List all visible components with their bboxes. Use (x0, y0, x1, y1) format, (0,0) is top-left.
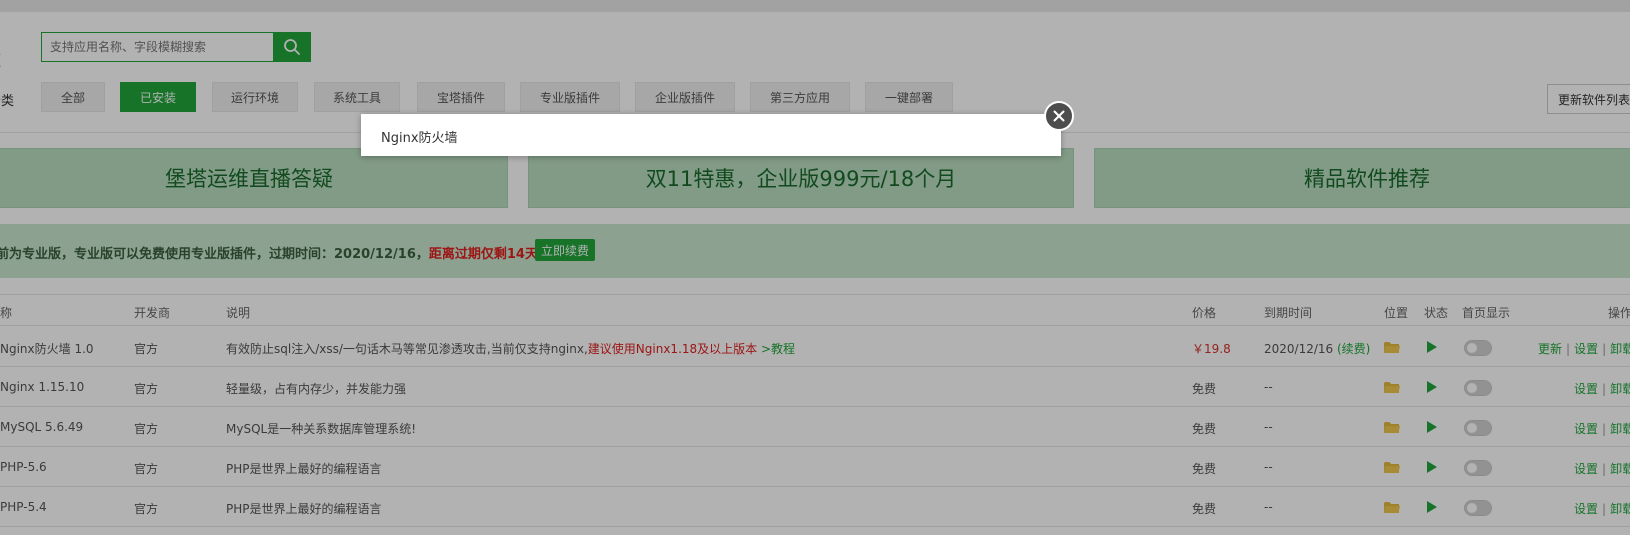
dialog-close-button[interactable] (1044, 101, 1074, 131)
close-icon (1053, 110, 1065, 122)
modal-overlay[interactable] (0, 0, 1630, 535)
dialog-title: Nginx防火墙 (381, 131, 458, 146)
plugin-dialog: Nginx防火墙 (361, 114, 1061, 156)
